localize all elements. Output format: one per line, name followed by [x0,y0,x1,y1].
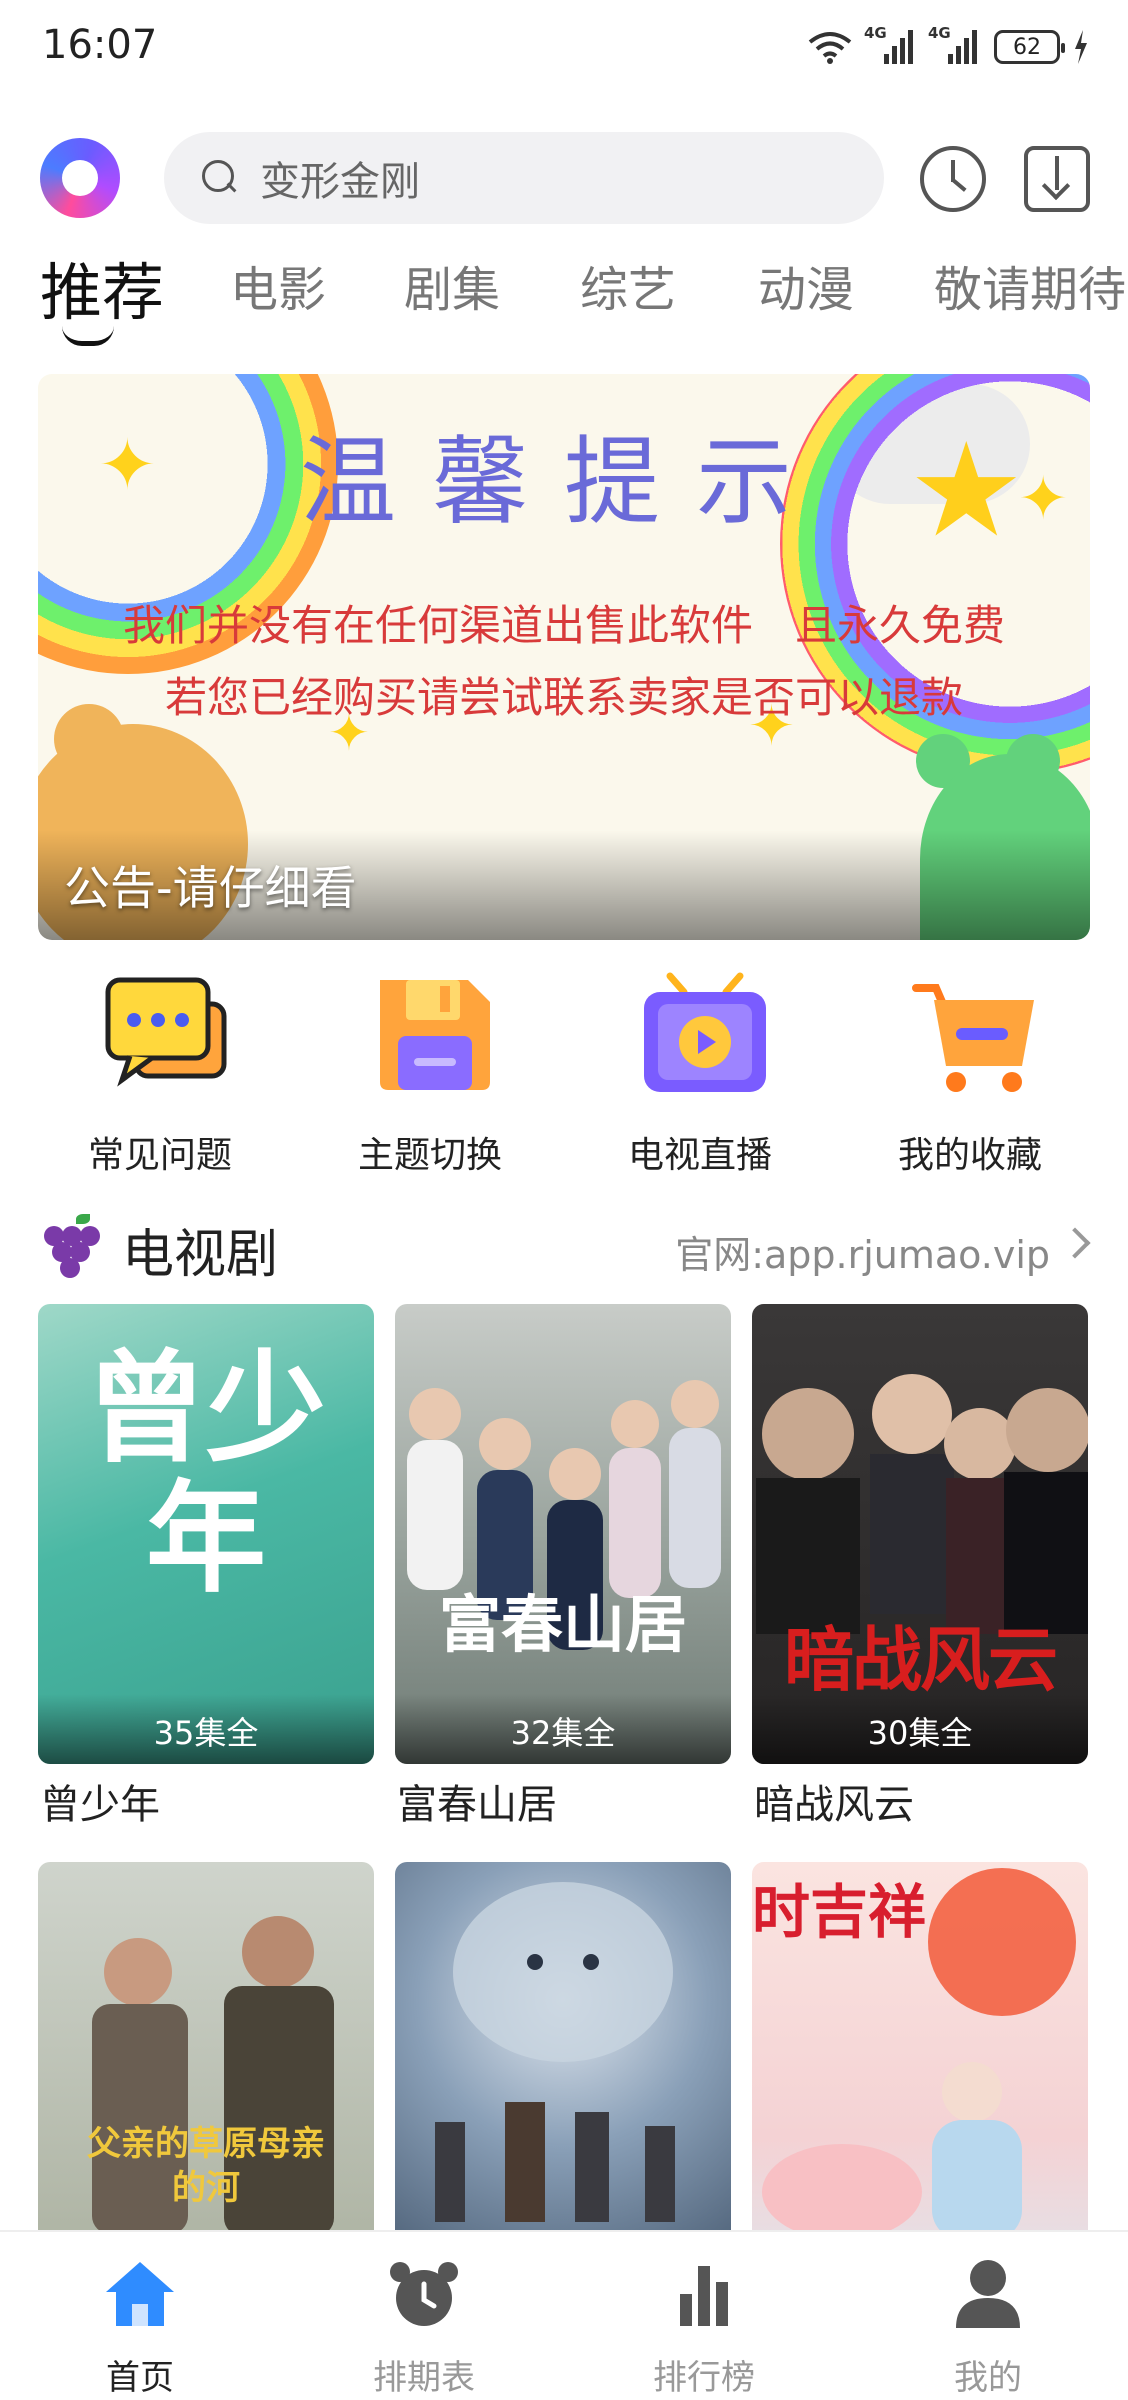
quick-entry-label: 常见问题 [87,1135,232,1176]
section-title: 电视剧 [122,1225,279,1285]
show-title: 富春山居 [397,1782,557,1828]
nav-ranking[interactable]: 排行榜 [604,2258,804,2398]
floppy-save-icon [380,980,490,1090]
home-icon [106,2262,174,2326]
nav-home[interactable]: 首页 [40,2258,240,2398]
banner-caption: 公告-请仔细看 [64,861,357,915]
app-logo[interactable] [40,138,120,218]
status-time: 16:07 [42,22,158,68]
episode-badge: 35集全 [38,1694,374,1764]
episode-badge: 30集全 [752,1694,1088,1764]
quick-entry-live-tv[interactable]: 电视直播 [570,970,830,1180]
banner-text-line: 若您已经购买请尝试联系卖家是否可以退款 [164,673,963,722]
announcement-banner[interactable]: ✦ ★ ✦ ✦ ✦ 温馨提示 我们并没有在任何渠道出售此软件 且永久免费 若您已… [38,374,1090,940]
poster-image: 暗战风云 30集全 [752,1304,1088,1764]
signal-icon: 4G [864,24,916,64]
search-bar[interactable]: 变形金刚 [164,132,884,224]
poster-image: 富春山居 32集全 [395,1304,731,1764]
tab-series[interactable]: 剧集 [404,250,500,320]
quick-entry-label: 主题切换 [357,1135,502,1176]
tab-variety[interactable]: 综艺 [580,250,676,320]
quick-entry-theme[interactable]: 主题切换 [300,970,560,1180]
banner-text-line: 我们并没有在任何渠道出售此软件 且永久免费 [122,601,1005,650]
battery-level: 62 [1013,34,1041,60]
tv-play-icon [644,972,766,1092]
charging-icon [1075,30,1087,64]
nav-label: 我的 [954,2358,1022,2398]
section-header-tv: 电视剧 官网:app.rjumao.vip [0,1206,1128,1286]
poster-title-art: 富春山居 [438,1588,687,1661]
poster-illustration [435,1882,675,2222]
show-title: 暗战风云 [754,1782,914,1828]
nav-label: 排期表 [373,2358,475,2398]
tab-active-indicator [62,326,114,346]
tab-movies[interactable]: 电影 [230,250,326,320]
search-input[interactable]: 变形金刚 [260,149,420,207]
poster-title-art: 七时吉祥 [752,1878,926,1946]
signal-icon: 4G [928,24,980,64]
status-bar: 16:07 4G 4G 62 [0,0,1128,100]
grape-icon [40,1214,100,1278]
bar-chart-icon [680,2266,728,2326]
status-icons: 4G 4G 62 [808,22,1088,72]
bottom-navigation: 首页 排期表 排行榜 我的 [0,2230,1128,2400]
poster-image: 曾少年 35集全 [38,1304,374,1764]
quick-entries: 常见问题 主题切换 电视直播 我的收藏 [0,970,1128,1180]
nav-profile[interactable]: 我的 [888,2258,1088,2398]
tab-anime[interactable]: 动漫 [758,250,854,320]
nav-schedule[interactable]: 排期表 [324,2258,524,2398]
banner-title: 温馨提示 [300,426,828,538]
poster-title-art: 暗战风云 [784,1618,1058,1701]
nav-label: 排行榜 [653,2358,755,2398]
show-title: 曾少年 [40,1782,160,1828]
cast-photo [756,1374,1088,1634]
tab-recommend[interactable]: 推荐 [40,242,164,332]
quick-entry-label: 电视直播 [627,1135,772,1176]
quick-entry-favorites[interactable]: 我的收藏 [840,970,1100,1180]
chevron-right-icon[interactable] [1059,1227,1091,1259]
history-clock-icon[interactable] [920,146,986,212]
episode-badge: 32集全 [395,1694,731,1764]
top-header: 变形金刚 [0,130,1128,230]
battery-icon: 62 [994,30,1065,64]
wifi-icon [808,32,852,64]
download-icon[interactable] [1024,146,1090,212]
nav-label: 首页 [106,2358,174,2398]
shopping-cart-icon [912,984,1034,1092]
tab-coming-soon[interactable]: 敬请期待 [934,250,1126,320]
category-tabs: 推荐 电影 剧集 综艺 动漫 敬请期待 [0,250,1128,360]
official-site-link[interactable]: 官网:app.rjumao.vip [675,1224,1050,1279]
poster-title-art: 父亲的草原母亲的河 [87,2124,325,2208]
quick-entry-label: 我的收藏 [897,1135,1042,1176]
user-icon [956,2260,1020,2328]
quick-entry-faq[interactable]: 常见问题 [30,970,290,1180]
search-icon [200,158,240,198]
alarm-clock-icon [390,2262,458,2326]
poster-title-art: 曾少年 [86,1338,326,1609]
chat-bubble-icon [105,977,227,1087]
